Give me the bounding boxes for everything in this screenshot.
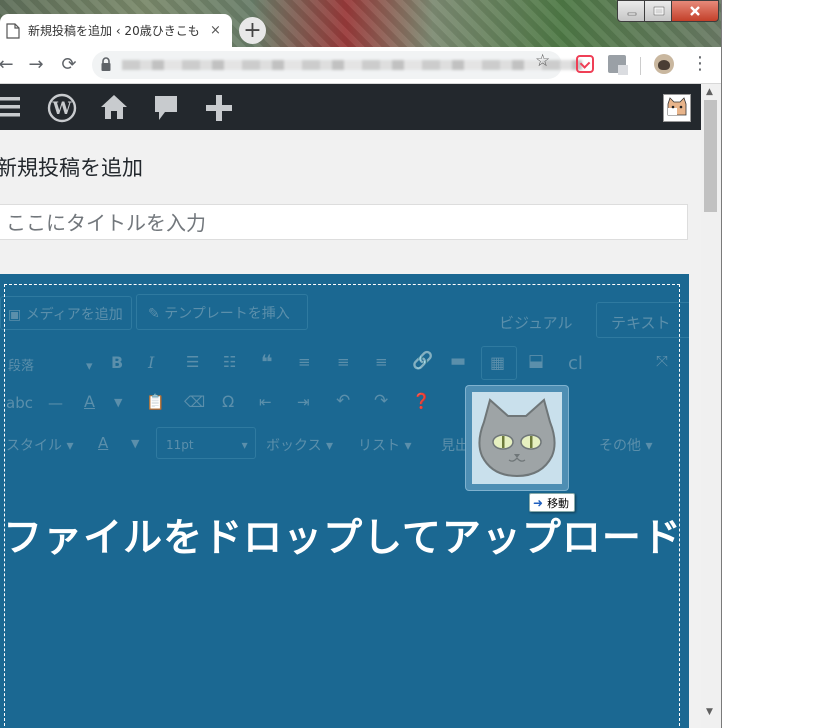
add-new-plus-icon[interactable] — [205, 94, 233, 122]
maximize-button[interactable] — [644, 0, 673, 22]
scrollbar-thumb[interactable] — [704, 100, 717, 212]
drag-move-indicator: ➜ 移動 — [529, 493, 576, 512]
address-bar[interactable] — [92, 51, 582, 79]
url-redacted — [122, 60, 582, 70]
title-bar: 新規投稿を追加 ‹ 20歳ひきこも × + — [0, 0, 721, 47]
wp-admin-bar: W — [0, 84, 701, 130]
move-arrow-icon: ➜ — [533, 495, 544, 510]
browser-menu-icon[interactable]: ⋮ — [691, 53, 709, 74]
page-title: 新規投稿を追加 — [0, 156, 143, 180]
tab-title: 新規投稿を追加 ‹ 20歳ひきこも — [28, 24, 200, 38]
new-tab-button[interactable]: + — [239, 17, 266, 44]
dragged-file-thumbnail — [466, 386, 568, 490]
page-icon — [6, 22, 20, 39]
menu-hamburger-icon[interactable] — [0, 96, 22, 118]
close-window-button[interactable] — [671, 0, 719, 22]
toolbar-separator — [640, 57, 641, 75]
home-icon[interactable] — [100, 94, 128, 120]
scroll-up-icon[interactable]: ▲ — [706, 87, 713, 97]
scroll-down-icon[interactable]: ▼ — [706, 707, 713, 717]
toolbar: ← → ⟳ ☆ ⋮ — [0, 47, 721, 84]
maximize-icon — [653, 6, 664, 16]
lock-icon — [101, 57, 111, 71]
back-button[interactable]: ← — [0, 53, 18, 77]
minimize-icon — [627, 12, 636, 16]
editor-drop-zone[interactable]: ▣ メディアを追加 ✎ テンプレートを挿入 ビジュアル テキスト 段落 ▾ B … — [0, 274, 689, 728]
profile-avatar[interactable] — [654, 54, 674, 74]
svg-text:W: W — [51, 99, 72, 119]
post-title-input[interactable]: ここにタイトルを入力 — [0, 204, 688, 240]
move-label: 移動 — [547, 496, 570, 510]
bookmark-star-icon[interactable]: ☆ — [535, 51, 550, 71]
minimize-button[interactable] — [617, 0, 646, 22]
close-icon — [690, 6, 700, 16]
page-scrollbar[interactable]: ▲ ▼ — [701, 84, 721, 728]
comments-icon[interactable] — [153, 94, 179, 122]
browser-window: 新規投稿を追加 ‹ 20歳ひきこも × + ← → ⟳ ☆ ⋮ — [0, 0, 722, 728]
user-avatar[interactable] — [663, 94, 691, 122]
browser-tab[interactable]: 新規投稿を追加 ‹ 20歳ひきこも × — [0, 14, 232, 47]
wordpress-logo-icon[interactable]: W — [47, 93, 77, 123]
cat-face-icon — [478, 398, 556, 478]
pocket-extension-icon[interactable] — [576, 55, 594, 73]
translate-extension-icon[interactable] — [608, 55, 628, 75]
drop-zone-border — [4, 284, 680, 728]
drop-message: ファイルをドロップしてアップロード — [3, 516, 682, 561]
cat-avatar-icon — [667, 97, 687, 116]
forward-button[interactable]: → — [24, 53, 48, 77]
reload-button[interactable]: ⟳ — [57, 53, 81, 77]
tab-close-icon[interactable]: × — [210, 23, 221, 38]
